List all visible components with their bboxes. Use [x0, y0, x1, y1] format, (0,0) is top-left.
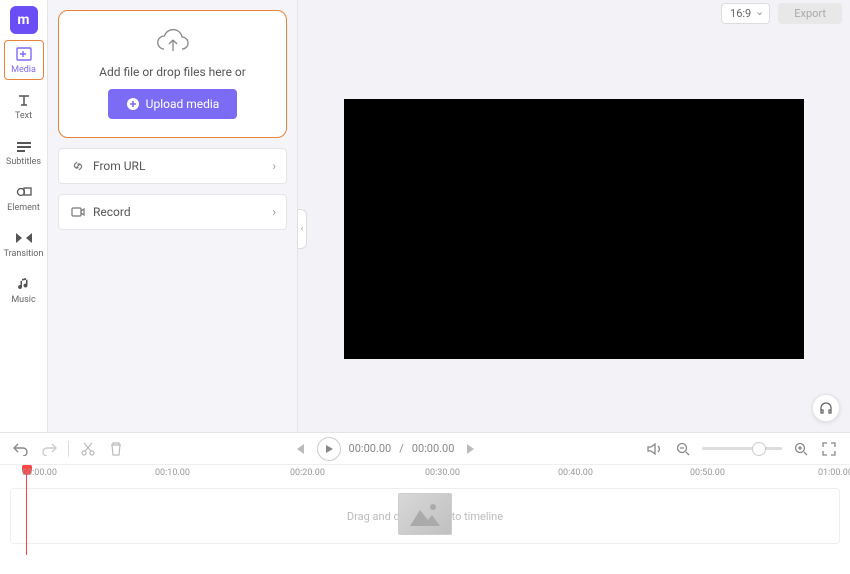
- sidebar-item-element[interactable]: Element: [4, 178, 44, 218]
- timeline-toolbar: 00:00.00 / 00:00.00: [0, 432, 850, 464]
- image-icon: [410, 502, 440, 526]
- redo-button[interactable]: [40, 440, 58, 458]
- zoom-slider[interactable]: [702, 447, 782, 450]
- zoom-in-button[interactable]: [792, 440, 810, 458]
- sidebar-label: Music: [11, 295, 35, 305]
- element-icon: [15, 183, 33, 201]
- media-icon: [15, 45, 33, 63]
- upload-label: Upload media: [146, 97, 220, 111]
- export-button[interactable]: Export: [778, 3, 842, 24]
- canvas-area: 16:9 Export ‹: [298, 0, 850, 432]
- upload-media-button[interactable]: Upload media: [108, 89, 238, 119]
- record-button[interactable]: Record ›: [58, 194, 287, 230]
- help-button[interactable]: [812, 394, 840, 422]
- aspect-ratio-select[interactable]: 16:9: [721, 3, 770, 24]
- plus-circle-icon: [126, 97, 140, 111]
- sidebar-item-text[interactable]: Text: [4, 86, 44, 126]
- sidebar-item-transition[interactable]: Transition: [4, 224, 44, 264]
- left-sidebar: m Media Text Subtitles Element Transitio…: [0, 0, 48, 432]
- delete-button[interactable]: [107, 440, 125, 458]
- volume-button[interactable]: [646, 440, 664, 458]
- timeline-track[interactable]: Drag and drop media to timeline: [10, 488, 840, 544]
- transition-icon: [15, 229, 33, 247]
- ruler-tick: 00:50.00: [690, 468, 725, 478]
- music-icon: [15, 275, 33, 293]
- cut-button[interactable]: [79, 440, 97, 458]
- zoom-out-button[interactable]: [674, 440, 692, 458]
- record-label: Record: [93, 205, 131, 219]
- from-url-label: From URL: [93, 159, 145, 173]
- subtitles-icon: [15, 137, 33, 155]
- text-icon: [15, 91, 33, 109]
- current-time: 00:00.00: [349, 442, 392, 455]
- collapse-panel-button[interactable]: ‹: [297, 209, 307, 249]
- sidebar-label: Element: [7, 203, 40, 213]
- media-panel: Add file or drop files here or Upload me…: [48, 0, 298, 432]
- prev-frame-button[interactable]: [291, 440, 309, 458]
- playhead-line: [26, 465, 27, 555]
- media-thumbnail[interactable]: [398, 493, 452, 535]
- timeline-ruler[interactable]: 00:00.00 00:10.00 00:20.00 00:30.00 00:4…: [0, 464, 850, 486]
- next-frame-button[interactable]: [462, 440, 480, 458]
- drop-text: Add file or drop files here or: [99, 65, 246, 79]
- sidebar-label: Subtitles: [6, 157, 41, 167]
- ruler-tick: 01:00.00: [818, 468, 850, 478]
- ruler-tick: 00:30.00: [425, 468, 460, 478]
- time-divider: /: [399, 442, 404, 455]
- total-time: 00:00.00: [412, 442, 455, 455]
- link-icon: [71, 159, 85, 173]
- headphones-icon: [818, 400, 834, 416]
- sidebar-label: Transition: [4, 249, 44, 259]
- sidebar-item-music[interactable]: Music: [4, 270, 44, 310]
- sidebar-label: Text: [15, 111, 32, 121]
- fit-button[interactable]: [820, 440, 838, 458]
- ruler-tick: 00:40.00: [558, 468, 593, 478]
- ruler-tick: 00:00.00: [22, 468, 57, 478]
- app-logo: m: [10, 6, 38, 34]
- chevron-right-icon: ›: [272, 159, 276, 173]
- sidebar-label: Media: [11, 65, 36, 75]
- from-url-button[interactable]: From URL ›: [58, 148, 287, 184]
- ruler-tick: 00:20.00: [290, 468, 325, 478]
- cloud-upload-icon: [156, 29, 190, 55]
- sidebar-item-media[interactable]: Media: [4, 40, 44, 80]
- play-button[interactable]: [317, 437, 341, 461]
- camera-icon: [71, 206, 85, 218]
- ruler-tick: 00:10.00: [155, 468, 190, 478]
- chevron-right-icon: ›: [272, 205, 276, 219]
- sidebar-item-subtitles[interactable]: Subtitles: [4, 132, 44, 172]
- undo-button[interactable]: [12, 440, 30, 458]
- video-preview[interactable]: [344, 99, 804, 359]
- drop-zone[interactable]: Add file or drop files here or Upload me…: [58, 10, 287, 138]
